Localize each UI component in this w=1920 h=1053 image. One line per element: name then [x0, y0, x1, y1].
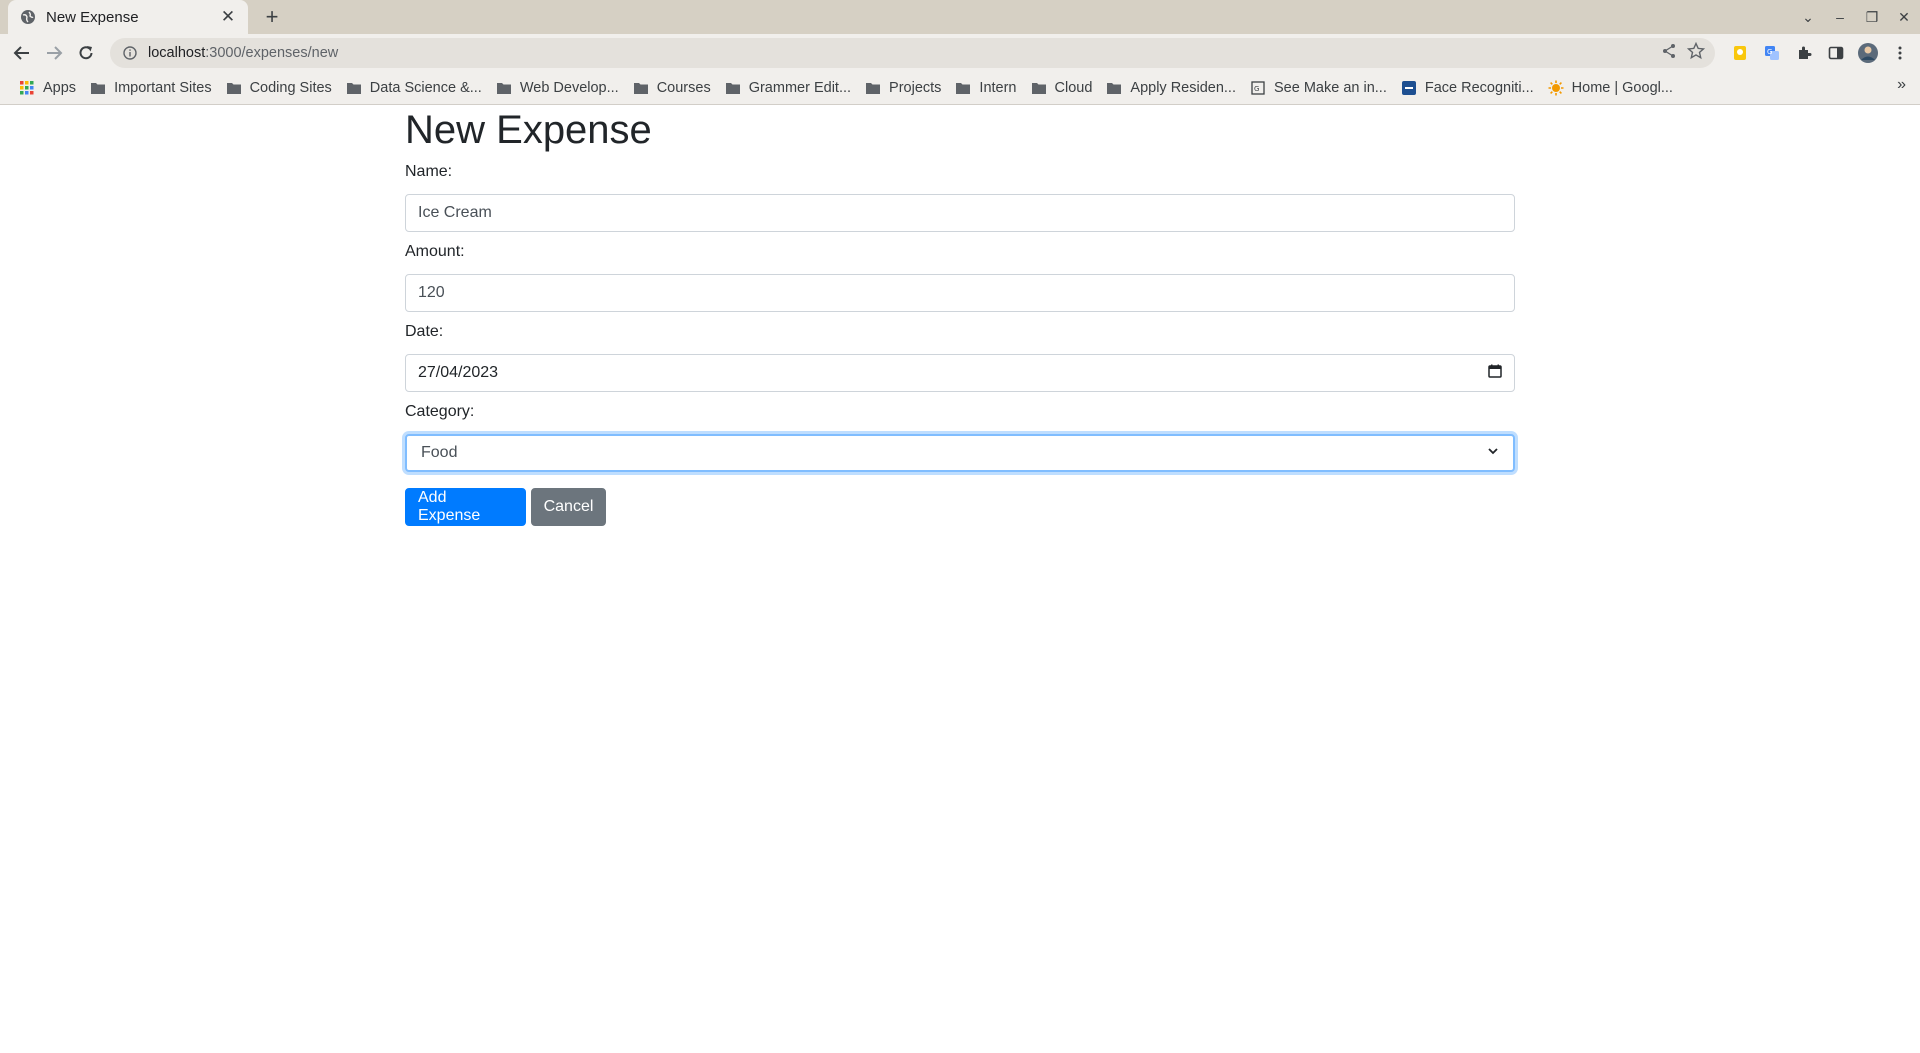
folder-icon	[1106, 80, 1122, 96]
bookmark-item[interactable]: Face Recogniti...	[1394, 75, 1541, 101]
name-input[interactable]: Ice Cream	[405, 194, 1515, 232]
profile-avatar[interactable]	[1852, 37, 1884, 69]
date-input[interactable]: 27/04/2023	[405, 354, 1515, 392]
bookmarks-bar: Apps Important Sites Coding Sites Data Scie…	[0, 72, 1920, 105]
bookmark-item[interactable]: Home | Googl...	[1541, 75, 1680, 101]
site-icon	[1401, 80, 1417, 96]
category-value: Food	[421, 444, 458, 461]
tab-strip: New Expense ✕ + ⌄ – ❐ ✕	[0, 0, 1920, 34]
folder-icon	[346, 80, 362, 96]
svg-text:G: G	[1254, 85, 1259, 93]
bookmark-item[interactable]: G See Make an in...	[1243, 75, 1394, 101]
folder-icon	[725, 80, 741, 96]
globe-icon	[20, 9, 36, 25]
bookmark-label: Cloud	[1054, 80, 1093, 96]
bookmark-item[interactable]: Courses	[626, 75, 718, 101]
bookmark-item[interactable]: Coding Sites	[219, 75, 339, 101]
form-actions: Add Expense Cancel	[405, 488, 1515, 526]
category-group: Category: Food	[405, 402, 1515, 472]
date-label: Date:	[405, 323, 444, 340]
tab-close-icon[interactable]: ✕	[218, 7, 238, 27]
amount-group: Amount: 120	[405, 242, 1515, 312]
bookmark-label: Apps	[43, 80, 77, 96]
share-icon[interactable]	[1661, 43, 1677, 64]
bookmark-item[interactable]: Data Science &...	[339, 75, 489, 101]
amount-value: 120	[418, 284, 445, 301]
date-value: 27/04/2023	[418, 364, 499, 381]
cancel-button[interactable]: Cancel	[531, 488, 606, 526]
bookmark-item[interactable]: Apps	[12, 75, 83, 101]
browser-toolbar: localhost:3000/expenses/new G	[0, 34, 1920, 72]
tab-title: New Expense	[46, 8, 139, 26]
extensions-area: G	[1724, 34, 1920, 72]
name-group: Name: Ice Cream	[405, 162, 1515, 232]
date-group: Date: 27/04/2023	[405, 322, 1515, 392]
restore-icon[interactable]: ❐	[1856, 0, 1888, 34]
tab-search-icon[interactable]: ⌄	[1792, 0, 1824, 34]
bookmark-label: Web Develop...	[519, 80, 619, 96]
bookmark-item[interactable]: Projects	[858, 75, 948, 101]
calendar-icon[interactable]	[1488, 364, 1502, 383]
apps-grid-icon	[19, 80, 35, 96]
folder-icon	[496, 80, 512, 96]
window-controls: ⌄ – ❐ ✕	[1792, 0, 1920, 34]
name-label: Name:	[405, 163, 453, 180]
extensions-puzzle-icon[interactable]	[1788, 37, 1820, 69]
bookmark-label: Projects	[889, 80, 942, 96]
side-panel-icon[interactable]	[1820, 37, 1852, 69]
url-path: :3000/expenses/new	[205, 45, 339, 61]
translate-extension-icon[interactable]: G	[1756, 37, 1788, 69]
category-select[interactable]: Food	[405, 434, 1515, 472]
bookmark-item[interactable]: Apply Residen...	[1099, 75, 1243, 101]
bookmark-label: Apply Residen...	[1130, 80, 1236, 96]
back-icon[interactable]	[6, 37, 38, 69]
add-expense-button[interactable]: Add Expense	[405, 488, 526, 526]
bookmark-label: Data Science &...	[369, 80, 482, 96]
amount-input[interactable]: 120	[405, 274, 1515, 312]
bookmark-item[interactable]: Important Sites	[83, 75, 219, 101]
folder-icon	[633, 80, 649, 96]
menu-kebab-icon[interactable]	[1884, 37, 1916, 69]
page-content: New Expense Name: Ice Cream Amount: 120 …	[0, 106, 1920, 1053]
folder-icon	[226, 80, 242, 96]
folder-icon	[955, 80, 971, 96]
url-host: localhost	[148, 45, 206, 61]
minimize-icon[interactable]: –	[1824, 0, 1856, 34]
keep-extension-icon[interactable]	[1724, 37, 1756, 69]
bookmark-label: Courses	[656, 80, 711, 96]
form-container: New Expense Name: Ice Cream Amount: 120 …	[405, 106, 1515, 526]
folder-icon	[865, 80, 881, 96]
bookmark-label: See Make an in...	[1274, 80, 1387, 96]
bookmark-label: Intern	[979, 80, 1017, 96]
address-bar[interactable]: localhost:3000/expenses/new	[110, 38, 1715, 68]
omnibox-actions	[1661, 38, 1706, 68]
bookmark-label: Coding Sites	[249, 80, 332, 96]
bookmark-item[interactable]: Cloud	[1024, 75, 1100, 101]
bookmark-label: Home | Googl...	[1571, 80, 1673, 96]
bookmark-star-icon[interactable]	[1686, 41, 1706, 65]
bookmark-label: Important Sites	[114, 80, 212, 96]
new-tab-button[interactable]: +	[260, 4, 284, 29]
browser-tab[interactable]: New Expense ✕	[8, 0, 248, 34]
folder-icon	[90, 80, 106, 96]
category-label: Category:	[405, 403, 475, 420]
forward-icon[interactable]	[38, 37, 70, 69]
bookmarks-overflow-button[interactable]: »	[1897, 76, 1906, 94]
svg-text:G: G	[1767, 48, 1772, 56]
reload-icon[interactable]	[70, 37, 102, 69]
bookmark-label: Grammer Edit...	[748, 80, 852, 96]
name-value: Ice Cream	[418, 204, 492, 221]
chevron-down-icon	[1487, 444, 1499, 462]
folder-icon	[1031, 80, 1047, 96]
page-title: New Expense	[405, 108, 652, 152]
amount-label: Amount:	[405, 243, 465, 260]
page-icon: G	[1250, 80, 1266, 96]
bookmark-item[interactable]: Intern	[948, 75, 1023, 101]
sun-icon	[1548, 80, 1564, 96]
site-info-icon[interactable]	[120, 43, 140, 63]
bookmark-item[interactable]: Web Develop...	[489, 75, 626, 101]
bookmark-item[interactable]: Grammer Edit...	[718, 75, 858, 101]
bookmark-label: Face Recogniti...	[1424, 80, 1534, 96]
close-window-icon[interactable]: ✕	[1888, 0, 1920, 34]
